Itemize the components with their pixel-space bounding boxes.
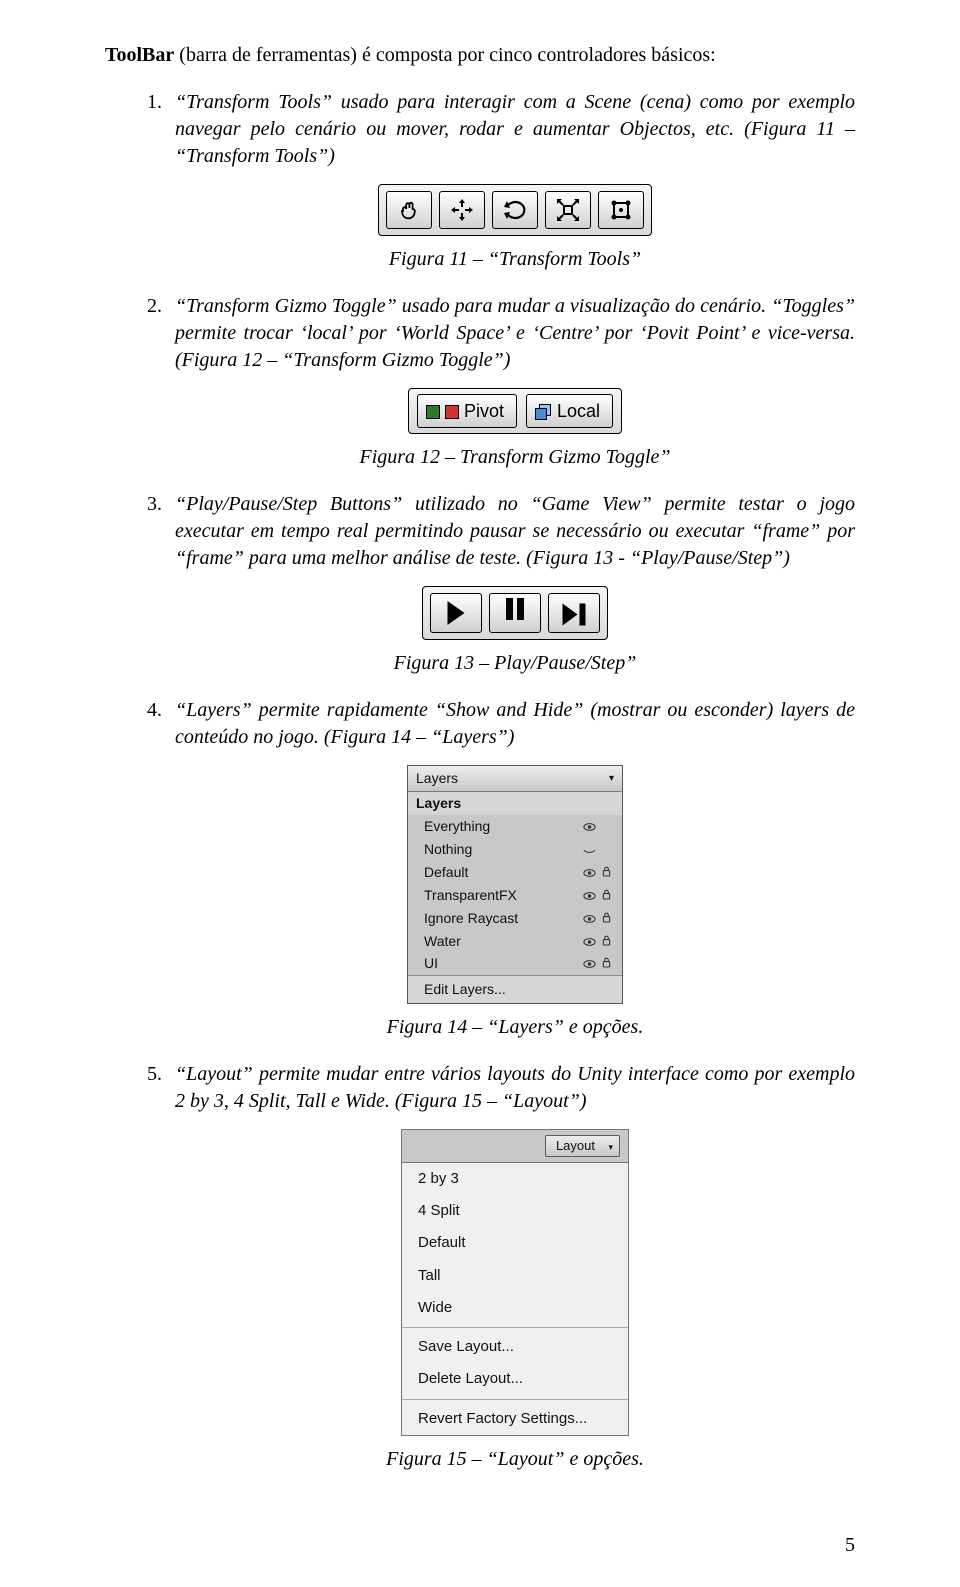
layers-dropdown-header[interactable]: Layers▾ [408, 766, 622, 792]
figure-14-caption: Figura 14 – “Layers” e opções. [175, 1014, 855, 1041]
figure-15-caption: Figura 15 – “Layout” e opções. [175, 1446, 855, 1473]
layer-label: Water [424, 932, 580, 951]
layer-row[interactable]: Default [408, 861, 622, 884]
layer-label: Everything [424, 817, 580, 836]
move-tool-button[interactable] [439, 191, 485, 229]
layout-menu-item[interactable]: Wide [402, 1292, 628, 1324]
item-4-text: “Layers” permite rapidamente “Show and H… [175, 699, 855, 748]
item-5-text: “Layout” permite mudar entre vários layo… [175, 1063, 855, 1112]
visibility-toggle[interactable] [580, 817, 598, 836]
pivot-button[interactable]: Pivot [417, 394, 517, 428]
layer-row[interactable]: Ignore Raycast [408, 907, 622, 930]
intro-rest: (barra de ferramentas) é composta por ci… [174, 44, 715, 66]
gizmo-toggle-toolbar: Pivot Local [408, 388, 622, 434]
lock-toggle[interactable] [598, 932, 614, 951]
visibility-toggle[interactable] [580, 909, 598, 928]
visibility-toggle[interactable] [580, 840, 598, 859]
layout-menu-item[interactable]: Revert Factory Settings... [402, 1403, 628, 1435]
layout-menu-item[interactable]: Delete Layout... [402, 1363, 628, 1395]
pivot-red-square-icon [445, 405, 459, 419]
step-button[interactable] [548, 593, 600, 633]
page-number: 5 [845, 1532, 855, 1559]
layer-label: Default [424, 863, 580, 882]
hand-tool-button[interactable] [386, 191, 432, 229]
layer-label: TransparentFX [424, 886, 580, 905]
hand-icon [397, 198, 421, 222]
lock-toggle[interactable] [598, 954, 614, 973]
layout-menu-item[interactable]: 4 Split [402, 1195, 628, 1227]
layout-menu-item[interactable]: Save Layout... [402, 1331, 628, 1363]
local-button[interactable]: Local [526, 394, 613, 428]
figure-12: Pivot Local [175, 388, 855, 434]
play-pause-step-toolbar [422, 586, 608, 640]
ordered-list: “Transform Tools” usado para interagir c… [105, 89, 855, 1473]
layer-row[interactable]: TransparentFX [408, 884, 622, 907]
step-icon [563, 600, 586, 627]
rotate-icon [502, 197, 528, 223]
transform-tools-toolbar [378, 184, 652, 236]
visibility-toggle[interactable] [580, 954, 598, 973]
rect-tool-button[interactable] [598, 191, 644, 229]
figure-13 [175, 586, 855, 640]
move-icon [449, 197, 475, 223]
play-icon [448, 601, 465, 625]
list-item-3: “Play/Pause/Step Buttons” utilizado no “… [167, 491, 855, 677]
figure-13-caption: Figura 13 – Play/Pause/Step” [175, 650, 855, 677]
layer-label: UI [424, 954, 580, 973]
scale-icon [555, 197, 581, 223]
layers-panel: Layers▾ Layers Everything Nothing Default T… [407, 765, 623, 1004]
visibility-toggle[interactable] [580, 863, 598, 882]
pause-button[interactable] [489, 593, 541, 633]
pause-icon [504, 598, 526, 628]
list-item-2: “Transform Gizmo Toggle” usado para muda… [167, 293, 855, 471]
lock-toggle[interactable] [598, 886, 614, 905]
layers-rows: Everything Nothing Default TransparentFX Ign… [408, 815, 622, 975]
intro-paragraph: ToolBar (barra de ferramentas) é compost… [105, 42, 855, 69]
rect-icon [608, 197, 634, 223]
list-item-4: “Layers” permite rapidamente “Show and H… [167, 697, 855, 1041]
layer-row[interactable]: Water [408, 930, 622, 953]
figure-11 [175, 184, 855, 236]
chevron-down-icon: ▾ [608, 1141, 613, 1153]
list-item-1: “Transform Tools” usado para interagir c… [167, 89, 855, 273]
pivot-green-square-icon [426, 405, 440, 419]
figure-15: Layout▾ 2 by 34 SplitDefaultTallWide Save… [175, 1129, 855, 1436]
layout-menu-item[interactable]: Default [402, 1227, 628, 1259]
layout-menu-item[interactable]: 2 by 3 [402, 1163, 628, 1195]
layout-panel: Layout▾ 2 by 34 SplitDefaultTallWide Save… [401, 1129, 629, 1436]
chevron-down-icon: ▾ [609, 772, 614, 786]
layout-menu-item[interactable]: Tall [402, 1260, 628, 1292]
layer-label: Nothing [424, 840, 580, 859]
layout-dropdown[interactable]: Layout▾ [545, 1135, 620, 1157]
rotate-tool-button[interactable] [492, 191, 538, 229]
item-3-text: “Play/Pause/Step Buttons” utilizado no “… [175, 493, 855, 569]
layer-row[interactable]: Everything [408, 815, 622, 838]
list-item-5: “Layout” permite mudar entre vários layo… [167, 1061, 855, 1473]
lock-toggle[interactable] [598, 863, 614, 882]
item-2-text: “Transform Gizmo Toggle” usado para muda… [175, 295, 855, 371]
visibility-toggle[interactable] [580, 932, 598, 951]
figure-14: Layers▾ Layers Everything Nothing Default T… [175, 765, 855, 1004]
edit-layers-button[interactable]: Edit Layers... [408, 975, 622, 1003]
layer-row[interactable]: UI [408, 952, 622, 975]
lock-toggle[interactable] [598, 909, 614, 928]
play-button[interactable] [430, 593, 482, 633]
figure-11-caption: Figura 11 – “Transform Tools” [175, 246, 855, 273]
local-cube-icon [535, 404, 551, 420]
layer-row[interactable]: Nothing [408, 838, 622, 861]
item-1-text: “Transform Tools” usado para interagir c… [175, 91, 855, 167]
document-page: ToolBar (barra de ferramentas) é compost… [0, 0, 960, 1587]
layer-label: Ignore Raycast [424, 909, 580, 928]
intro-bold: ToolBar [105, 44, 174, 66]
layers-section-label: Layers [408, 792, 622, 815]
figure-12-caption: Figura 12 – Transform Gizmo Toggle” [175, 444, 855, 471]
visibility-toggle[interactable] [580, 886, 598, 905]
layout-panel-top: Layout▾ [401, 1129, 629, 1163]
layout-menu: 2 by 34 SplitDefaultTallWide Save Layout.… [401, 1163, 629, 1436]
scale-tool-button[interactable] [545, 191, 591, 229]
